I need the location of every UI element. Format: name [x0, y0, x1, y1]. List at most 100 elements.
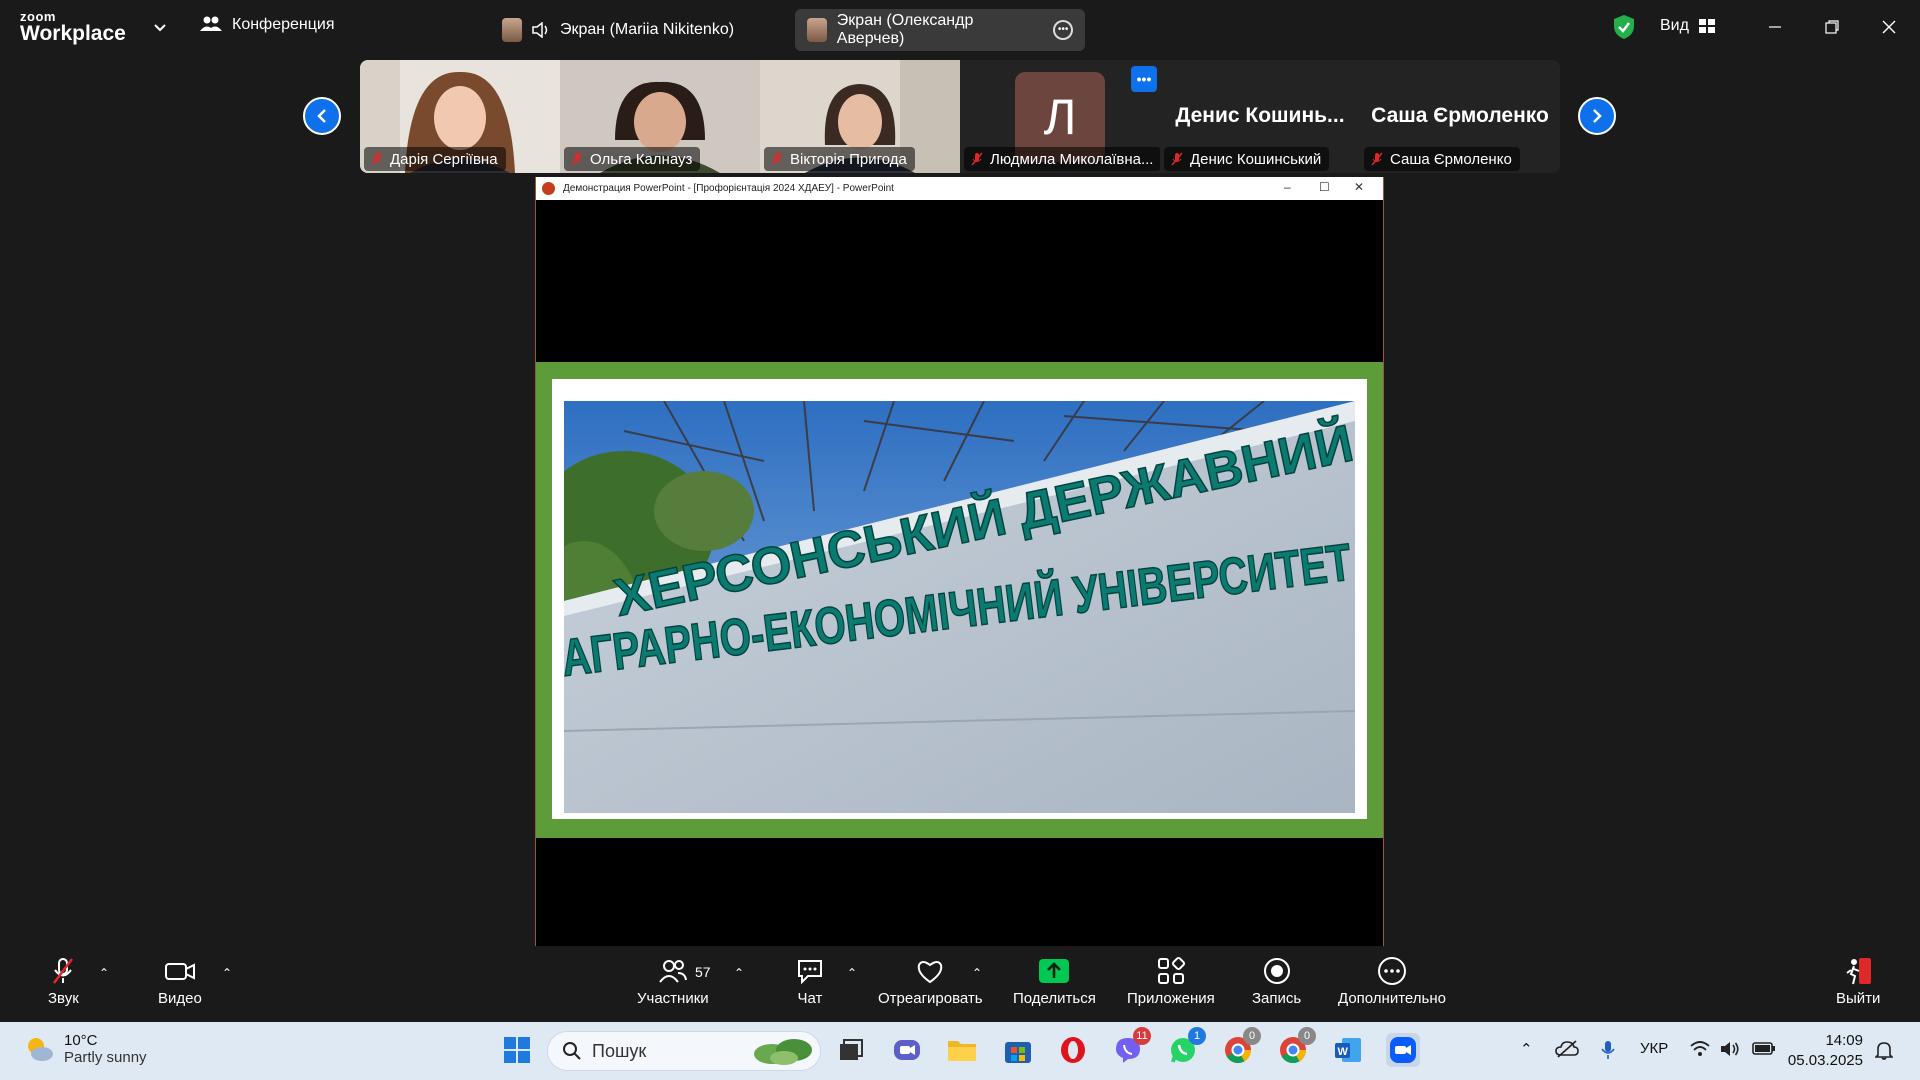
participant-name-bar: Дарія Сергіївна: [364, 147, 506, 171]
weather-widget[interactable]: 10°C Partly sunny: [24, 1032, 147, 1066]
participant-tile[interactable]: Саша Єрмоленко Саша Єрмоленко: [1360, 60, 1560, 173]
speaker-icon: [532, 22, 548, 38]
close-icon: [1882, 20, 1896, 34]
screen-tab-oleksandr[interactable]: Экран (Олександр Аверчев) •••: [795, 9, 1085, 51]
search-placeholder: Пошук: [592, 1040, 647, 1061]
participant-display-name: Денис Кошинь...: [1175, 104, 1345, 127]
participant-name: Людмила Миколаївна...: [990, 150, 1154, 168]
clock-date: 05.03.2025: [1787, 1052, 1863, 1069]
volume-icon[interactable]: [1720, 1040, 1740, 1058]
whatsapp-button[interactable]: 1: [1166, 1027, 1206, 1067]
participant-display-name: Саша Єрмоленко: [1371, 104, 1549, 127]
participant-name: Денис Кошинський: [1190, 150, 1322, 168]
meeting-label: Конференция: [232, 16, 335, 33]
react-options-caret[interactable]: ⌃: [972, 966, 982, 980]
video-camera-icon: [164, 963, 195, 980]
university-sign-image: ХЕРСОНСЬКИЙ ДЕРЖАВНИЙ АГРАРНО-ЕКОНОМІЧНИ…: [564, 401, 1355, 813]
zoom-app-icon: [1390, 1037, 1416, 1063]
share-button[interactable]: Поделиться: [1013, 956, 1096, 1007]
chrome-button[interactable]: 0: [1276, 1027, 1316, 1067]
more-options-icon[interactable]: •••: [1053, 20, 1074, 40]
gallery-next-button[interactable]: [1578, 97, 1616, 135]
taskbar-search[interactable]: Пошук: [547, 1031, 821, 1071]
gallery-prev-button[interactable]: [303, 97, 341, 135]
pp-minimize-icon: –: [1284, 180, 1291, 194]
powerpoint-icon: [542, 182, 555, 195]
video-button[interactable]: Видео: [158, 956, 202, 1007]
chat-label: Чат: [797, 990, 823, 1007]
react-button[interactable]: Отреагировать: [878, 956, 983, 1007]
pp-close-icon: ✕: [1354, 180, 1365, 194]
audio-options-caret[interactable]: ⌃: [99, 966, 109, 980]
participant-name-bar: Людмила Миколаївна...: [964, 147, 1160, 171]
record-button[interactable]: Запись: [1252, 956, 1301, 1007]
participant-tile[interactable]: Ольга Калнауз: [560, 60, 760, 173]
participant-tile[interactable]: Денис Кошинь... Денис Кошинський: [1160, 60, 1360, 173]
meeting-toolbar: Звук ⌃ Видео ⌃ Участники 57 ⌃ Чат ⌃ Отре…: [0, 946, 1920, 1022]
mic-muted-icon: [1371, 152, 1383, 166]
apps-icon: [1157, 956, 1185, 984]
grid-view-icon: [1698, 19, 1715, 33]
more-button[interactable]: Дополнительно: [1338, 956, 1446, 1007]
restore-button[interactable]: [1819, 14, 1845, 40]
temperature: 10°C: [64, 1032, 98, 1049]
viber-button[interactable]: 11: [1111, 1027, 1151, 1067]
notification-badge: 11: [1133, 1027, 1151, 1045]
screen-tab-mariia[interactable]: Экран (Mariia Nikitenko): [490, 9, 746, 51]
leave-button[interactable]: Выйти: [1836, 956, 1880, 1007]
chat-options-caret[interactable]: ⌃: [847, 966, 857, 980]
more-label: Дополнительно: [1338, 990, 1446, 1007]
start-button[interactable]: [500, 1033, 534, 1067]
meet-app-button[interactable]: [890, 1033, 924, 1067]
store-button[interactable]: [1001, 1033, 1035, 1067]
heart-icon: [918, 961, 943, 984]
notification-bell-icon[interactable]: [1875, 1040, 1893, 1060]
apps-button[interactable]: Приложения: [1127, 956, 1215, 1007]
search-highlight-icon: [754, 1039, 812, 1065]
chat-button[interactable]: Чат: [795, 956, 825, 1007]
meeting-info[interactable]: Конференция: [200, 15, 335, 35]
leave-icon: [1846, 958, 1872, 985]
chevron-left-icon: [317, 109, 326, 123]
battery-icon[interactable]: [1752, 1040, 1776, 1056]
close-button[interactable]: [1876, 14, 1902, 40]
slide-photo: ХЕРСОНСЬКИЙ ДЕРЖАВНИЙ АГРАРНО-ЕКОНОМІЧНИ…: [564, 401, 1355, 813]
participant-name-bar: Вікторія Пригода: [764, 147, 915, 171]
windows-taskbar: 10°C Partly sunny Пошук 11 1 0 0 W ⌃ УКР…: [0, 1022, 1920, 1080]
input-language[interactable]: УКР: [1640, 1040, 1668, 1057]
video-options-caret[interactable]: ⌃: [222, 966, 232, 980]
chevron-down-icon[interactable]: [150, 18, 170, 38]
participant-name: Ольга Калнауз: [590, 150, 693, 168]
minimize-icon: [1769, 26, 1781, 28]
task-view-icon: [840, 1039, 863, 1060]
encryption-shield-icon[interactable]: [1612, 14, 1636, 40]
audio-button[interactable]: Звук: [48, 956, 79, 1007]
system-clock[interactable]: 14:09 05.03.2025: [1783, 1031, 1863, 1071]
task-view-button[interactable]: [834, 1033, 868, 1067]
participants-icon: [659, 960, 687, 983]
participants-options-caret[interactable]: ⌃: [734, 966, 744, 980]
video-chat-icon: [894, 1040, 920, 1060]
weather-text: Partly sunny: [64, 1049, 147, 1066]
mic-muted-icon: [771, 152, 783, 166]
word-button[interactable]: W: [1331, 1033, 1365, 1067]
zoom-app-button[interactable]: [1386, 1033, 1420, 1067]
participant-tile[interactable]: Л Людмила Миколаївна...: [960, 60, 1160, 173]
microphone-icon[interactable]: [1600, 1040, 1616, 1060]
participant-tile[interactable]: Вікторія Пригода: [760, 60, 960, 173]
cloud-offline-icon[interactable]: [1555, 1040, 1579, 1058]
apps-label: Приложения: [1127, 990, 1215, 1007]
show-hidden-icons-icon[interactable]: ⌃: [1520, 1040, 1533, 1058]
view-button[interactable]: Вид: [1660, 17, 1715, 35]
file-explorer-button[interactable]: [945, 1033, 979, 1067]
windows-logo-icon: [504, 1037, 530, 1063]
minimize-button[interactable]: [1762, 14, 1788, 40]
participant-gallery: Дарія Сергіївна Ольга Калнауз Вікторія П…: [360, 60, 1560, 173]
wifi-icon[interactable]: [1690, 1040, 1710, 1058]
opera-button[interactable]: [1056, 1033, 1090, 1067]
notification-badge: 0: [1243, 1027, 1261, 1045]
avatar: [807, 18, 827, 42]
chrome-button[interactable]: 0: [1221, 1027, 1261, 1067]
participant-tile[interactable]: Дарія Сергіївна: [360, 60, 560, 173]
tile-more-options-button[interactable]: •••: [1131, 66, 1157, 92]
